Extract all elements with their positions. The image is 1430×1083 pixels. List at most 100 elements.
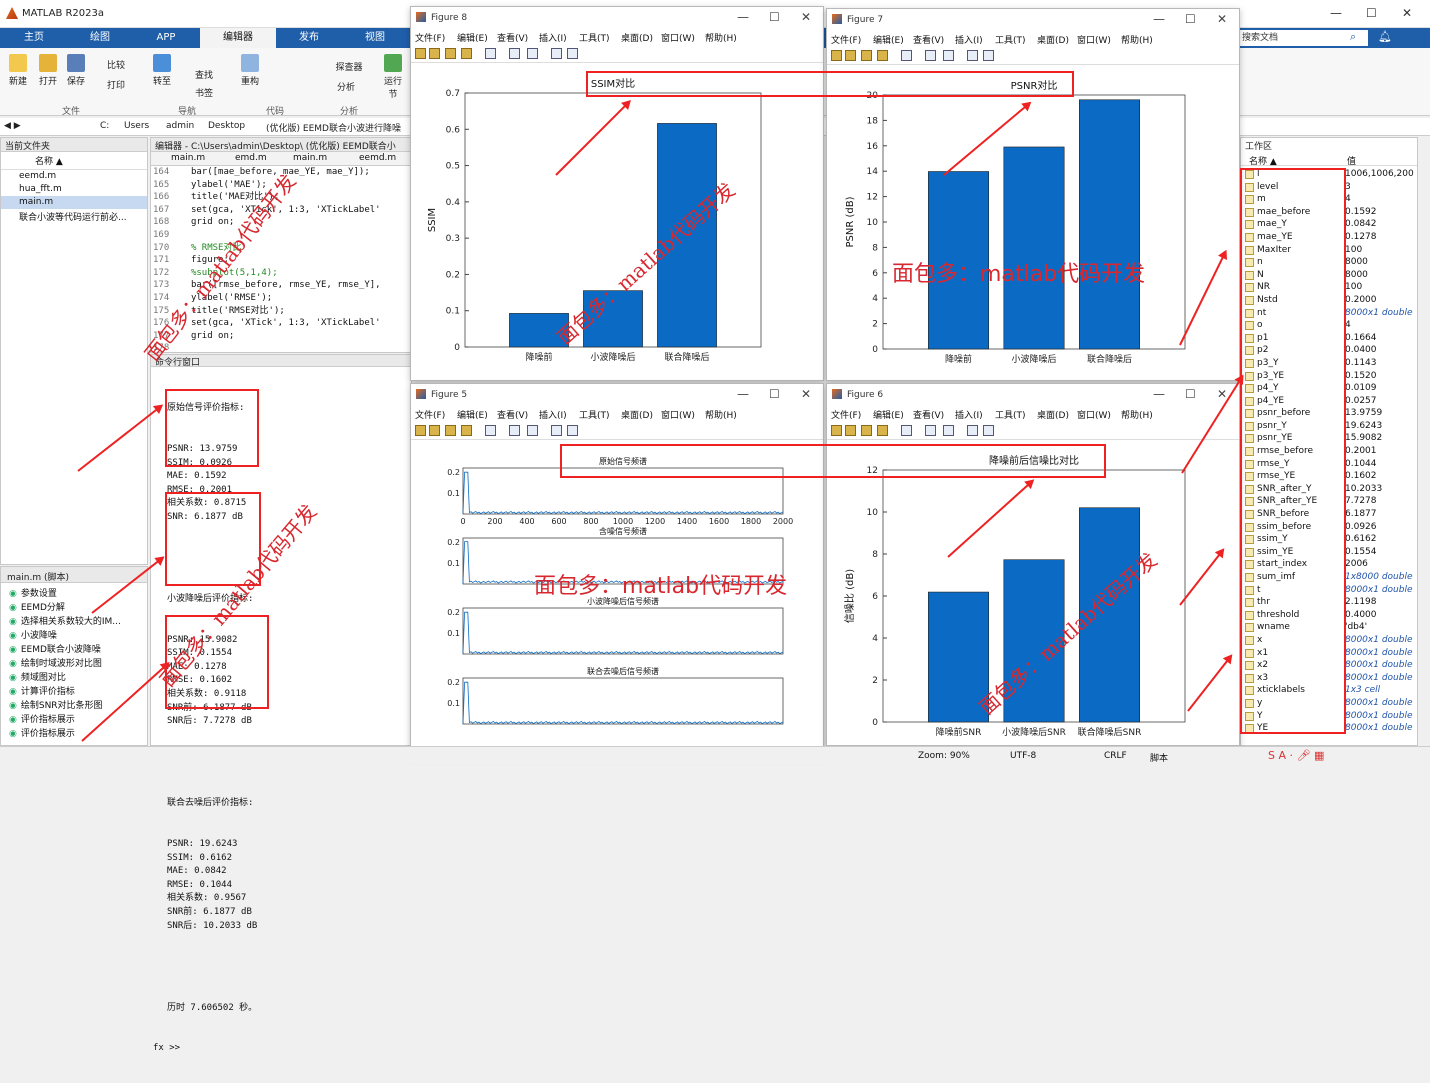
toolbar-button-icon[interactable] — [527, 425, 538, 436]
figure-menu-item[interactable]: 插入(I) — [955, 408, 983, 421]
close-button[interactable]: ✕ — [801, 10, 811, 24]
figure-menu-item[interactable]: 查看(V) — [497, 408, 528, 421]
minimize-button[interactable]: — — [737, 10, 749, 24]
figure-menu-item[interactable]: 桌面(D) — [1037, 33, 1069, 46]
outline-item[interactable]: ◉ 选择相关系数较大的IM... — [1, 615, 147, 629]
maximize-button[interactable]: ☐ — [769, 387, 780, 401]
file-item[interactable]: eemd.m — [1, 170, 147, 183]
compare-button[interactable]: 比较 — [96, 58, 136, 71]
toolbar-button-icon[interactable] — [943, 425, 954, 436]
figure-menu-item[interactable]: 编辑(E) — [873, 408, 904, 421]
figure-8-window[interactable]: Figure 8 — ☐ ✕ 文件(F) 编辑(E) 查看(V) 插入(I) 工具(T) 桌面… — [410, 6, 824, 381]
maximize-button[interactable]: ☐ — [1366, 6, 1377, 20]
refactor-button[interactable]: 重构 — [238, 54, 262, 87]
toolbar-button-icon[interactable] — [551, 425, 562, 436]
close-button[interactable]: ✕ — [1217, 12, 1227, 26]
figure-menu-item[interactable]: 编辑(E) — [457, 408, 488, 421]
figure-5-window[interactable]: Figure 5 — ☐ ✕ 文件(F) 编辑(E) 查看(V) 插入(I) 工具(T) 桌面… — [410, 383, 824, 757]
figure-menu-item[interactable]: 工具(T) — [995, 33, 1026, 46]
figure-menu-item[interactable]: 文件(F) — [415, 31, 445, 44]
toolbar-button-icon[interactable] — [429, 48, 440, 59]
figure-menu-item[interactable]: 窗口(W) — [1077, 408, 1111, 421]
toolbar-button-icon[interactable] — [983, 425, 994, 436]
minimize-button[interactable]: — — [1153, 387, 1165, 401]
figure-menu-item[interactable]: 插入(I) — [955, 33, 983, 46]
figure-menu-item[interactable]: 工具(T) — [579, 408, 610, 421]
toolbar-button-icon[interactable] — [551, 48, 562, 59]
address-drive[interactable]: C: — [100, 121, 109, 131]
minimize-button[interactable]: — — [1330, 6, 1342, 20]
figure-menu-item[interactable]: 帮助(H) — [705, 408, 737, 421]
editor-tab[interactable]: eemd.m — [359, 153, 396, 163]
figure-menu-item[interactable]: 桌面(D) — [1037, 408, 1069, 421]
toolbar-button-icon[interactable] — [445, 425, 456, 436]
maximize-button[interactable]: ☐ — [1185, 12, 1196, 26]
file-item[interactable]: hua_fft.m — [1, 183, 147, 196]
toolbar-button-icon[interactable] — [415, 425, 426, 436]
toolbar-button-icon[interactable] — [845, 50, 856, 61]
figure-7-window[interactable]: Figure 7 — ☐ ✕ 文件(F) 编辑(E) 查看(V) 插入(I) 工具(T) 桌面… — [826, 8, 1240, 381]
close-button[interactable]: ✕ — [1402, 6, 1412, 20]
toolbar-button-icon[interactable] — [983, 50, 994, 61]
tab-publish[interactable]: 发布 — [276, 28, 342, 48]
toolbar-button-icon[interactable] — [877, 425, 888, 436]
toolbar-button-icon[interactable] — [831, 425, 842, 436]
toolbar-button-icon[interactable] — [861, 50, 872, 61]
tab-apps[interactable]: APP — [132, 28, 200, 48]
figure-menu-item[interactable]: 工具(T) — [995, 408, 1026, 421]
figure-menu-item[interactable]: 桌面(D) — [621, 408, 653, 421]
outline-item[interactable]: ◉ 评价指标展示 — [1, 727, 147, 741]
figure-menu-item[interactable]: 窗口(W) — [1077, 33, 1111, 46]
profiler-button[interactable]: 探查器 — [326, 60, 372, 73]
toolbar-button-icon[interactable] — [509, 48, 520, 59]
figure-menu-item[interactable]: 文件(F) — [415, 408, 445, 421]
ws-col-name[interactable]: 名称 ▲ — [1249, 154, 1277, 167]
toolbar-button-icon[interactable] — [485, 425, 496, 436]
address-desktop[interactable]: Desktop — [208, 121, 245, 131]
ws-col-value[interactable]: 值 — [1347, 154, 1356, 167]
toolbar-button-icon[interactable] — [429, 425, 440, 436]
maximize-button[interactable]: ☐ — [769, 10, 780, 24]
toolbar-button-icon[interactable] — [461, 48, 472, 59]
address-users[interactable]: Users — [124, 121, 149, 131]
toolbar-button-icon[interactable] — [967, 50, 978, 61]
tab-editor[interactable]: 编辑器 — [200, 28, 276, 48]
outline-item[interactable]: ◉ 参数设置 — [1, 587, 147, 601]
toolbar-button-icon[interactable] — [925, 50, 936, 61]
toolbar-button-icon[interactable] — [901, 425, 912, 436]
figure-menu-item[interactable]: 帮助(H) — [1121, 33, 1153, 46]
open-button[interactable]: 打开 — [36, 54, 60, 87]
figure-6-window[interactable]: Figure 6 — ☐ ✕ 文件(F) 编辑(E) 查看(V) 插入(I) 工具(T) 桌面… — [826, 383, 1240, 746]
file-item[interactable]: main.m — [1, 196, 147, 209]
file-item[interactable]: 联合小波等代码运行前必... — [1, 209, 147, 223]
outline-item[interactable]: ◉ 小波降噪 — [1, 629, 147, 643]
bookmark-button[interactable]: 书签 — [184, 86, 224, 99]
figure-menu-item[interactable]: 查看(V) — [497, 31, 528, 44]
command-prompt[interactable]: fx >> — [153, 1042, 257, 1056]
code-area[interactable]: 164 bar([mae_before, mae_YE, mae_Y]); 165… — [151, 166, 411, 352]
toolbar-button-icon[interactable] — [943, 50, 954, 61]
toolbar-button-icon[interactable] — [485, 48, 496, 59]
search-icon[interactable]: ⌕ — [1350, 30, 1356, 44]
tab-home[interactable]: 主页 — [0, 28, 68, 48]
tab-plots[interactable]: 绘图 — [68, 28, 132, 48]
toolbar-button-icon[interactable] — [527, 48, 538, 59]
toolbar-button-icon[interactable] — [567, 48, 578, 59]
outline-item[interactable]: ◉ 频域图对比 — [1, 671, 147, 685]
back-icon[interactable]: ◀ ▶ — [4, 121, 21, 131]
toolbar-button-icon[interactable] — [445, 48, 456, 59]
outline-item[interactable]: ◉ 计算评价指标 — [1, 685, 147, 699]
editor-tab[interactable]: main.m — [293, 153, 327, 163]
outline-item[interactable]: ◉ EEMD分解 — [1, 601, 147, 615]
figure-menu-item[interactable]: 查看(V) — [913, 408, 944, 421]
toolbar-button-icon[interactable] — [415, 48, 426, 59]
toolbar-button-icon[interactable] — [967, 425, 978, 436]
find-button[interactable]: 查找 — [184, 68, 224, 81]
figure-menu-item[interactable]: 插入(I) — [539, 31, 567, 44]
toolbar-button-icon[interactable] — [567, 425, 578, 436]
figure-menu-item[interactable]: 文件(F) — [831, 408, 861, 421]
figure-menu-item[interactable]: 编辑(E) — [457, 31, 488, 44]
editor-tab[interactable]: emd.m — [235, 153, 267, 163]
toolbar-button-icon[interactable] — [925, 425, 936, 436]
figure-menu-item[interactable]: 桌面(D) — [621, 31, 653, 44]
